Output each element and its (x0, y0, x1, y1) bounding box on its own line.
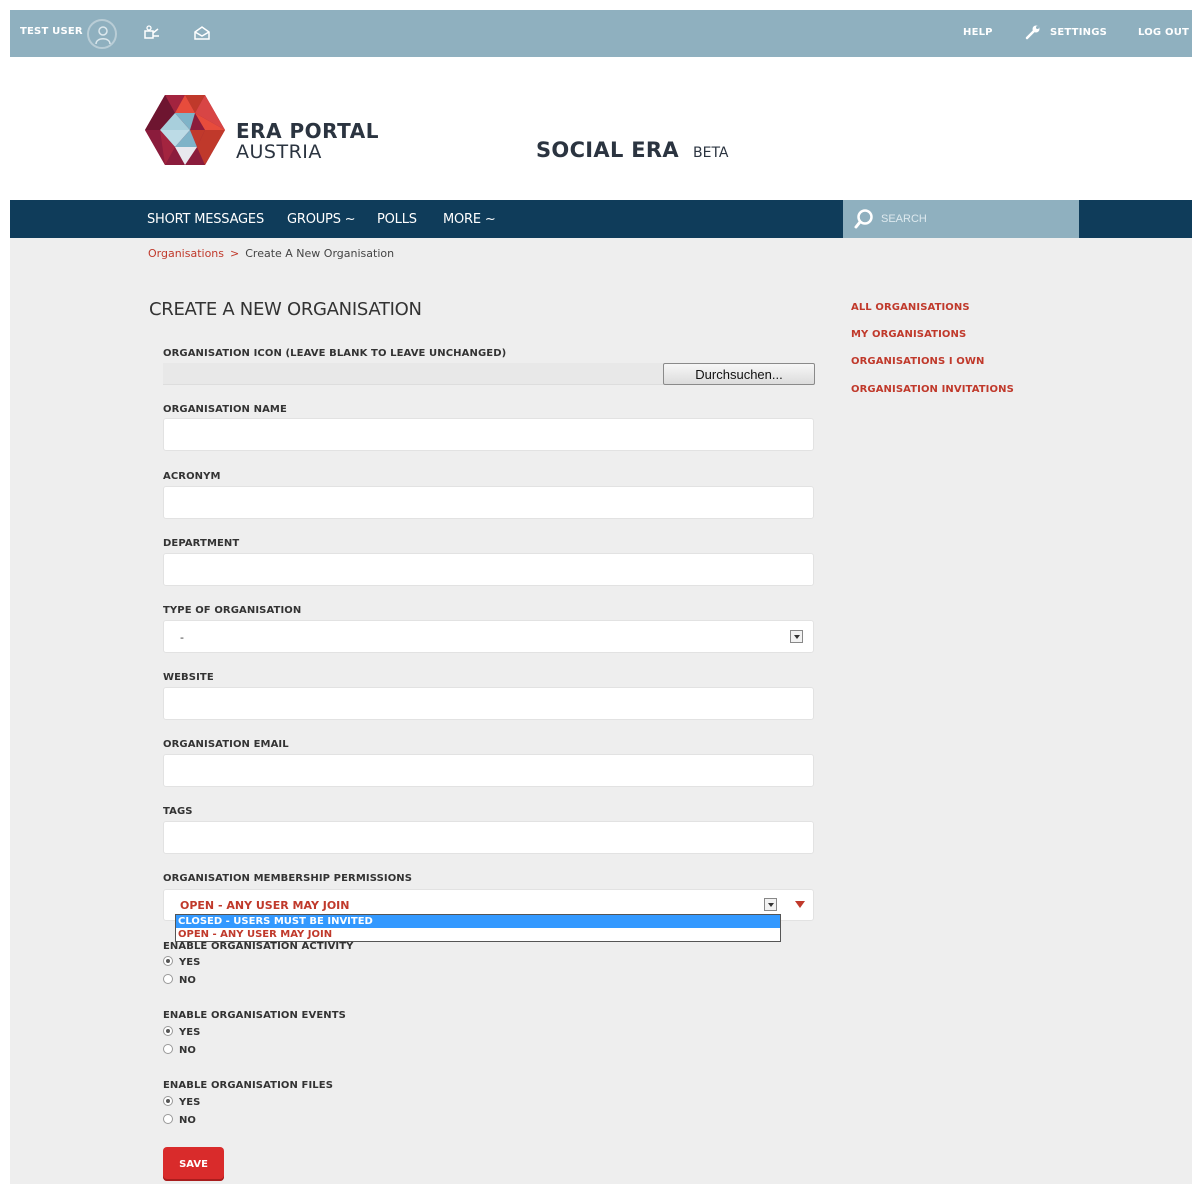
messages-icon[interactable] (193, 24, 211, 42)
organisation-email-input[interactable] (163, 754, 814, 787)
radio-unchecked-icon[interactable] (163, 1044, 173, 1054)
nav-more[interactable]: MORE ~ (443, 212, 496, 227)
sidebar-organisation-invitations[interactable]: ORGANISATION INVITATIONS (851, 384, 1014, 395)
chevron-down-icon[interactable] (764, 898, 777, 911)
help-link[interactable]: HELP (963, 27, 993, 38)
events-yes-option[interactable]: YES (163, 1026, 200, 1040)
browse-button[interactable]: Durchsuchen... (663, 363, 815, 385)
website-input[interactable] (163, 687, 814, 720)
icon-label: ORGANISATION ICON (LEAVE BLANK TO LEAVE … (163, 348, 507, 359)
files-no-option[interactable]: NO (163, 1114, 196, 1128)
breadcrumb-current: Create A New Organisation (245, 247, 395, 260)
notifications-icon[interactable] (143, 24, 161, 42)
organisation-type-select[interactable]: - (163, 620, 814, 653)
beta-badge: BETA (693, 145, 729, 161)
events-label: ENABLE ORGANISATION EVENTS (163, 1010, 346, 1021)
organisation-name-input[interactable] (163, 418, 814, 451)
type-label: TYPE OF ORGANISATION (163, 605, 302, 616)
sidebar-organisations-i-own[interactable]: ORGANISATIONS I OWN (851, 356, 985, 367)
tags-input[interactable] (163, 821, 814, 854)
nav-groups[interactable]: GROUPS ~ (287, 212, 356, 227)
avatar-icon[interactable] (87, 19, 117, 49)
files-label: ENABLE ORGANISATION FILES (163, 1080, 333, 1091)
files-yes-option[interactable]: YES (163, 1096, 200, 1110)
acronym-label: ACRONYM (163, 471, 221, 482)
search-input[interactable] (881, 208, 1071, 230)
sidebar-my-organisations[interactable]: MY ORGANISATIONS (851, 329, 966, 340)
wrench-icon[interactable] (1024, 23, 1042, 41)
membership-permissions-value: OPEN - ANY USER MAY JOIN (180, 899, 350, 912)
organisation-type-value: - (180, 631, 184, 644)
acronym-input[interactable] (163, 486, 814, 519)
search-icon[interactable] (853, 208, 875, 230)
logout-link[interactable]: LOG OUT (1138, 27, 1189, 38)
chevron-down-icon[interactable] (790, 630, 803, 643)
breadcrumb: Organisations > Create A New Organisation (148, 247, 394, 260)
nav-short-messages[interactable]: SHORT MESSAGES (147, 212, 264, 227)
permissions-label: ORGANISATION MEMBERSHIP PERMISSIONS (163, 873, 413, 884)
main-nav: SHORT MESSAGES GROUPS ~ POLLS MORE ~ (10, 200, 1192, 238)
brand-subtitle: AUSTRIA (236, 141, 322, 163)
department-input[interactable] (163, 553, 814, 586)
app-name: SOCIAL ERA (536, 138, 679, 162)
nav-polls[interactable]: POLLS (377, 212, 417, 227)
permission-option-open[interactable]: OPEN - ANY USER MAY JOIN (176, 928, 780, 941)
file-path-field[interactable] (163, 363, 663, 385)
settings-link[interactable]: SETTINGS (1050, 27, 1107, 38)
activity-label: ENABLE ORGANISATION ACTIVITY (163, 941, 354, 952)
page-title: CREATE A NEW ORGANISATION (149, 299, 422, 320)
events-no-option[interactable]: NO (163, 1044, 196, 1058)
website-label: WEBSITE (163, 672, 214, 683)
tags-label: TAGS (163, 806, 193, 817)
radio-checked-icon[interactable] (163, 1096, 173, 1106)
brand-name: ERA PORTAL (236, 119, 379, 143)
search-box (843, 200, 1079, 238)
top-bar: TEST USER HELP SETTINGS LOG OUT (10, 10, 1192, 57)
name-label: ORGANISATION NAME (163, 404, 287, 415)
radio-checked-icon[interactable] (163, 1026, 173, 1036)
user-name[interactable]: TEST USER (20, 26, 83, 37)
caret-down-icon (795, 901, 805, 908)
content-area: Organisations > Create A New Organisation … (10, 238, 1192, 1184)
department-label: DEPARTMENT (163, 538, 240, 549)
email-label: ORGANISATION EMAIL (163, 739, 289, 750)
save-button[interactable]: SAVE (163, 1147, 224, 1181)
activity-no-option[interactable]: NO (163, 974, 196, 988)
radio-unchecked-icon[interactable] (163, 974, 173, 984)
activity-yes-option[interactable]: YES (163, 956, 200, 970)
sidebar-all-organisations[interactable]: ALL ORGANISATIONS (851, 302, 970, 313)
breadcrumb-organisations[interactable]: Organisations (148, 247, 224, 260)
era-portal-logo[interactable] (145, 95, 225, 165)
permissions-dropdown: CLOSED - USERS MUST BE INVITED OPEN - AN… (175, 914, 781, 942)
radio-unchecked-icon[interactable] (163, 1114, 173, 1124)
breadcrumb-separator: > (230, 247, 240, 260)
radio-checked-icon[interactable] (163, 956, 173, 966)
permission-option-closed[interactable]: CLOSED - USERS MUST BE INVITED (176, 915, 780, 928)
